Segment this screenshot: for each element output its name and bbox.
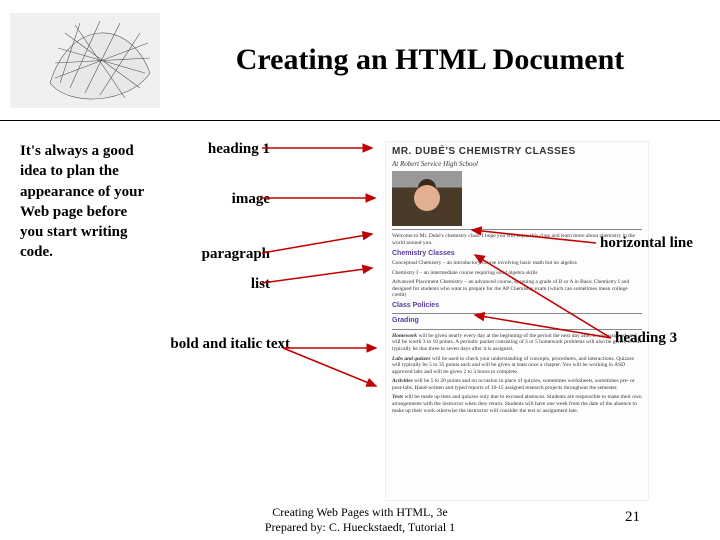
preview-portrait-image (392, 171, 462, 226)
preview-policy-item: Labs and quizzes will be used to check y… (392, 356, 642, 376)
webpage-preview: MR. DUBÉ'S CHEMISTRY CLASSES At Robert S… (385, 141, 649, 501)
preview-hr (392, 229, 642, 230)
preview-list-item: Advanced Placement Chemistry – an advanc… (392, 279, 642, 299)
label-heading3: heading 3 (615, 330, 677, 347)
preview-subtitle: At Robert Service High School (392, 160, 642, 168)
preview-hr (392, 313, 642, 314)
callout-labels-left: heading 1 image paragraph list bold and … (160, 141, 270, 501)
preview-sec-grading: Grading (392, 317, 642, 325)
preview-list-item: Conceptual Chemistry – an introductory c… (392, 260, 642, 267)
label-paragraph: paragraph (202, 246, 270, 263)
preview-policy-item: Homework will be given nearly every day … (392, 333, 642, 353)
header-decorative-image (10, 13, 160, 108)
label-list: list (251, 276, 270, 293)
slide-footer: Creating Web Pages with HTML, 3e Prepare… (0, 505, 720, 534)
preview-policy-item: Activities will be 5 to 20 points and on… (392, 378, 642, 391)
intro-paragraph: It's always a good idea to plan the appe… (20, 141, 160, 501)
label-bold-italic: bold and italic text (170, 336, 290, 353)
footer-line1: Creating Web Pages with HTML, 3e (0, 505, 720, 519)
preview-h1: MR. DUBÉ'S CHEMISTRY CLASSES (392, 146, 642, 158)
label-heading1: heading 1 (208, 141, 270, 158)
label-image: image (232, 191, 270, 208)
page-number: 21 (625, 509, 640, 526)
slide-title: Creating an HTML Document (160, 43, 700, 77)
preview-list-item: Chemistry I – an intermediate course req… (392, 270, 642, 277)
label-horizontal-line: horizontal line (600, 235, 693, 252)
preview-sec-policies: Class Policies (392, 302, 642, 310)
preview-hr (392, 329, 642, 330)
footer-line2: Prepared by: C. Hueckstaedt, Tutorial 1 (0, 520, 720, 534)
preview-policy-item: Tests will be made up tests and quizzes … (392, 394, 642, 414)
